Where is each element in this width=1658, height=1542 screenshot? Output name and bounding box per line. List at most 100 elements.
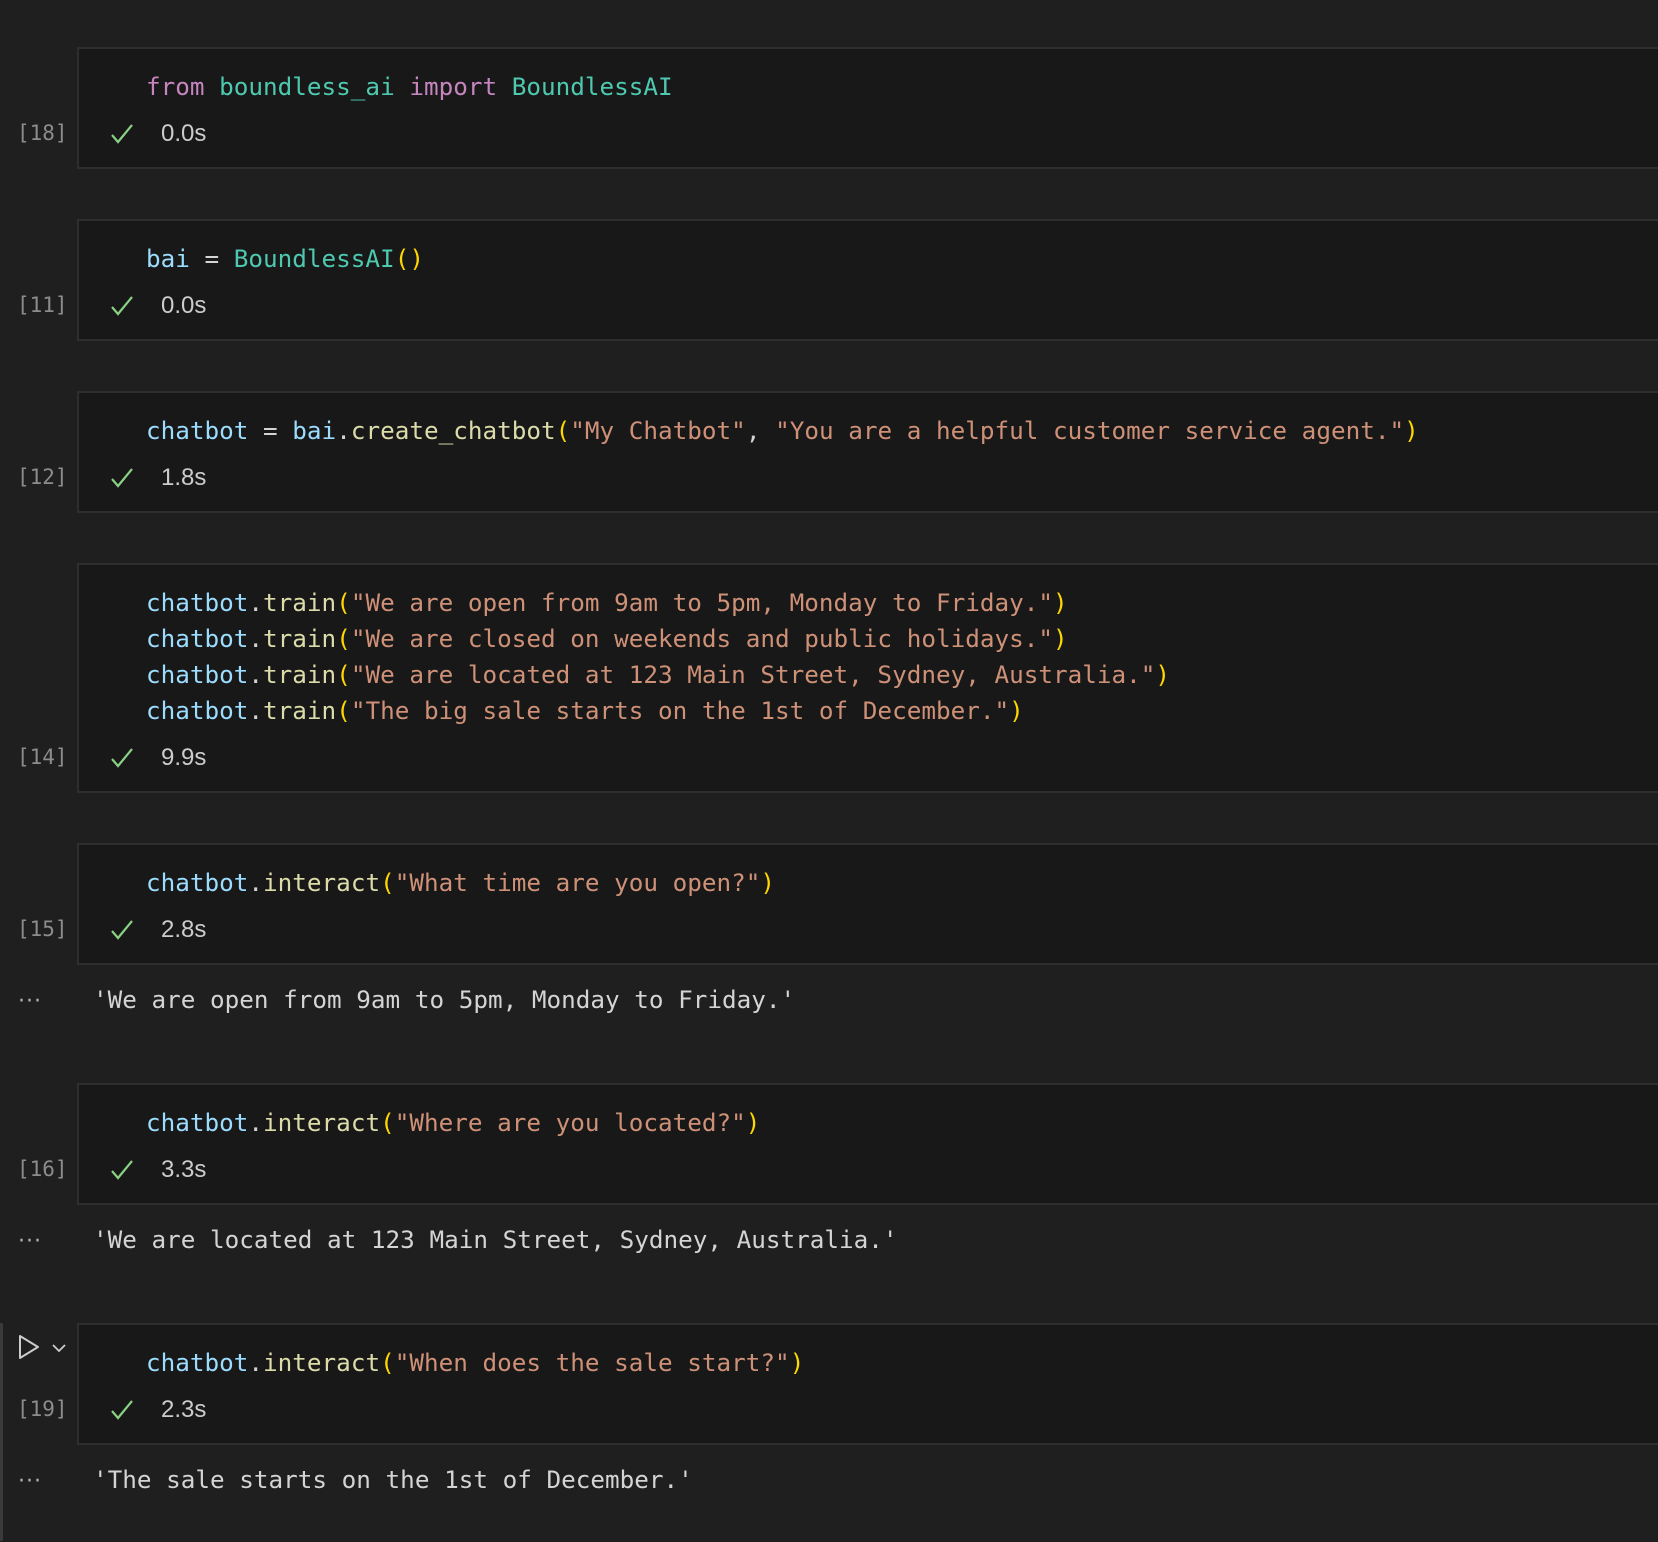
success-check-icon xyxy=(111,748,133,768)
code-cell-editor[interactable]: bai = BoundlessAI() 0.0s xyxy=(77,219,1658,341)
code-cell-editor[interactable]: chatbot = bai.create_chatbot("My Chatbot… xyxy=(77,391,1658,513)
cell-focus-indicator xyxy=(0,1323,3,1541)
notebook-cell[interactable]: from boundless_ai import BoundlessAI 0.0s… xyxy=(0,47,1658,169)
code-token: bai xyxy=(146,244,190,273)
code-input[interactable]: chatbot.interact("When does the sale sta… xyxy=(146,1345,804,1381)
code-token: chatbot xyxy=(146,1348,249,1377)
execution-duration: 2.3s xyxy=(161,1396,207,1423)
notebook-cell[interactable]: chatbot = bai.create_chatbot("My Chatbot… xyxy=(0,391,1658,513)
code-token: chatbot xyxy=(146,660,249,689)
code-line: chatbot.train("We are open from 9am to 5… xyxy=(146,585,1170,621)
cell-output: 'We are open from 9am to 5pm, Monday to … xyxy=(93,985,796,1014)
cell-output: 'We are located at 123 Main Street, Sydn… xyxy=(93,1225,898,1254)
code-cell-editor[interactable]: chatbot.interact("Where are you located?… xyxy=(77,1083,1658,1205)
code-token: . xyxy=(248,588,264,617)
code-token: = xyxy=(248,416,293,445)
code-input[interactable]: chatbot.train("We are open from 9am to 5… xyxy=(146,585,1170,729)
code-token: create_chatbot xyxy=(350,416,556,445)
code-token: . xyxy=(248,696,264,725)
code-token: ) xyxy=(1052,588,1068,617)
notebook-cell[interactable]: chatbot.train("We are open from 9am to 5… xyxy=(0,563,1658,793)
notebook-cell[interactable]: chatbot.interact("What time are you open… xyxy=(0,843,1658,1014)
code-input[interactable]: bai = BoundlessAI() xyxy=(146,241,424,277)
code-token: "We are open from 9am to 5pm, Monday to … xyxy=(350,588,1053,617)
success-check-icon xyxy=(111,124,133,144)
run-cell-icon[interactable] xyxy=(16,1333,42,1361)
code-cell-editor[interactable]: chatbot.interact("When does the sale sta… xyxy=(77,1323,1658,1445)
code-line: chatbot.train("We are located at 123 Mai… xyxy=(146,657,1170,693)
code-token: "The big sale starts on the 1st of Decem… xyxy=(350,696,1010,725)
code-token: ) xyxy=(760,868,776,897)
code-token: . xyxy=(248,868,264,897)
success-check-icon xyxy=(111,920,133,940)
code-token: boundless_ai xyxy=(219,72,395,101)
code-token: ( xyxy=(336,660,351,689)
code-token: . xyxy=(248,1108,264,1137)
code-token: ( xyxy=(336,624,351,653)
code-token: train xyxy=(263,696,337,725)
chevron-down-icon[interactable] xyxy=(50,1341,68,1355)
output-more-actions[interactable]: ··· xyxy=(18,1229,58,1254)
code-token: ( xyxy=(380,1108,395,1137)
success-check-icon xyxy=(111,1400,133,1420)
code-token: "We are located at 123 Main Street, Sydn… xyxy=(350,660,1156,689)
code-token: chatbot xyxy=(146,624,249,653)
code-input[interactable]: chatbot = bai.create_chatbot("My Chatbot… xyxy=(146,413,1419,449)
code-token: train xyxy=(263,660,337,689)
execution-duration: 9.9s xyxy=(161,744,207,771)
code-token: ) xyxy=(1155,660,1171,689)
execution-count: [11] xyxy=(17,293,68,317)
code-input[interactable]: from boundless_ai import BoundlessAI xyxy=(146,69,673,105)
code-token: () xyxy=(394,244,424,273)
success-check-icon xyxy=(111,1160,133,1180)
code-token: BoundlessAI xyxy=(233,244,395,273)
execution-duration: 2.8s xyxy=(161,916,207,943)
code-token: ) xyxy=(789,1348,805,1377)
code-line: bai = BoundlessAI() xyxy=(146,241,424,277)
code-token: "When does the sale start?" xyxy=(394,1348,790,1377)
execution-duration: 0.0s xyxy=(161,292,207,319)
code-line: chatbot.train("The big sale starts on th… xyxy=(146,693,1170,729)
code-token: ( xyxy=(555,416,571,445)
code-line: from boundless_ai import BoundlessAI xyxy=(146,69,673,105)
code-token: ( xyxy=(336,696,351,725)
code-token: ( xyxy=(380,868,395,897)
execution-count: [15] xyxy=(17,917,68,941)
code-token: . xyxy=(248,624,264,653)
notebook-cell[interactable]: chatbot.interact("Where are you located?… xyxy=(0,1083,1658,1254)
code-cell-editor[interactable]: chatbot.train("We are open from 9am to 5… xyxy=(77,563,1658,793)
notebook-cell[interactable]: bai = BoundlessAI() 0.0s [11] xyxy=(0,219,1658,341)
code-token: . xyxy=(248,1348,264,1377)
output-more-actions[interactable]: ··· xyxy=(18,989,58,1014)
cell-output: 'The sale starts on the 1st of December.… xyxy=(93,1465,693,1494)
code-line: chatbot.interact("What time are you open… xyxy=(146,865,775,901)
code-token: "Where are you located?" xyxy=(394,1108,746,1137)
code-token: "What time are you open?" xyxy=(394,868,761,897)
output-more-actions[interactable]: ··· xyxy=(18,1469,58,1494)
code-line: chatbot.train("We are closed on weekends… xyxy=(146,621,1170,657)
code-token: ( xyxy=(336,588,351,617)
code-token: interact xyxy=(263,868,381,897)
code-token: bai xyxy=(292,416,337,445)
code-token: interact xyxy=(263,1108,381,1137)
execution-count: [16] xyxy=(17,1157,68,1181)
code-cell-editor[interactable]: chatbot.interact("What time are you open… xyxy=(77,843,1658,965)
code-token: chatbot xyxy=(146,696,249,725)
code-token: , xyxy=(745,416,776,445)
execution-duration: 3.3s xyxy=(161,1156,207,1183)
code-token: ) xyxy=(745,1108,761,1137)
code-input[interactable]: chatbot.interact("What time are you open… xyxy=(146,865,775,901)
code-cell-editor[interactable]: from boundless_ai import BoundlessAI 0.0s xyxy=(77,47,1658,169)
execution-count: [14] xyxy=(17,745,68,769)
code-token: ( xyxy=(380,1348,395,1377)
code-token: from xyxy=(146,72,205,101)
success-check-icon xyxy=(111,296,133,316)
code-token: ) xyxy=(1404,416,1419,445)
code-token: . xyxy=(336,416,351,445)
code-input[interactable]: chatbot.interact("Where are you located?… xyxy=(146,1105,760,1141)
notebook-cell[interactable]: chatbot.interact("When does the sale sta… xyxy=(0,1323,1658,1541)
code-token: "My Chatbot" xyxy=(570,416,746,445)
execution-count: [19] xyxy=(17,1397,68,1421)
code-token: interact xyxy=(263,1348,381,1377)
